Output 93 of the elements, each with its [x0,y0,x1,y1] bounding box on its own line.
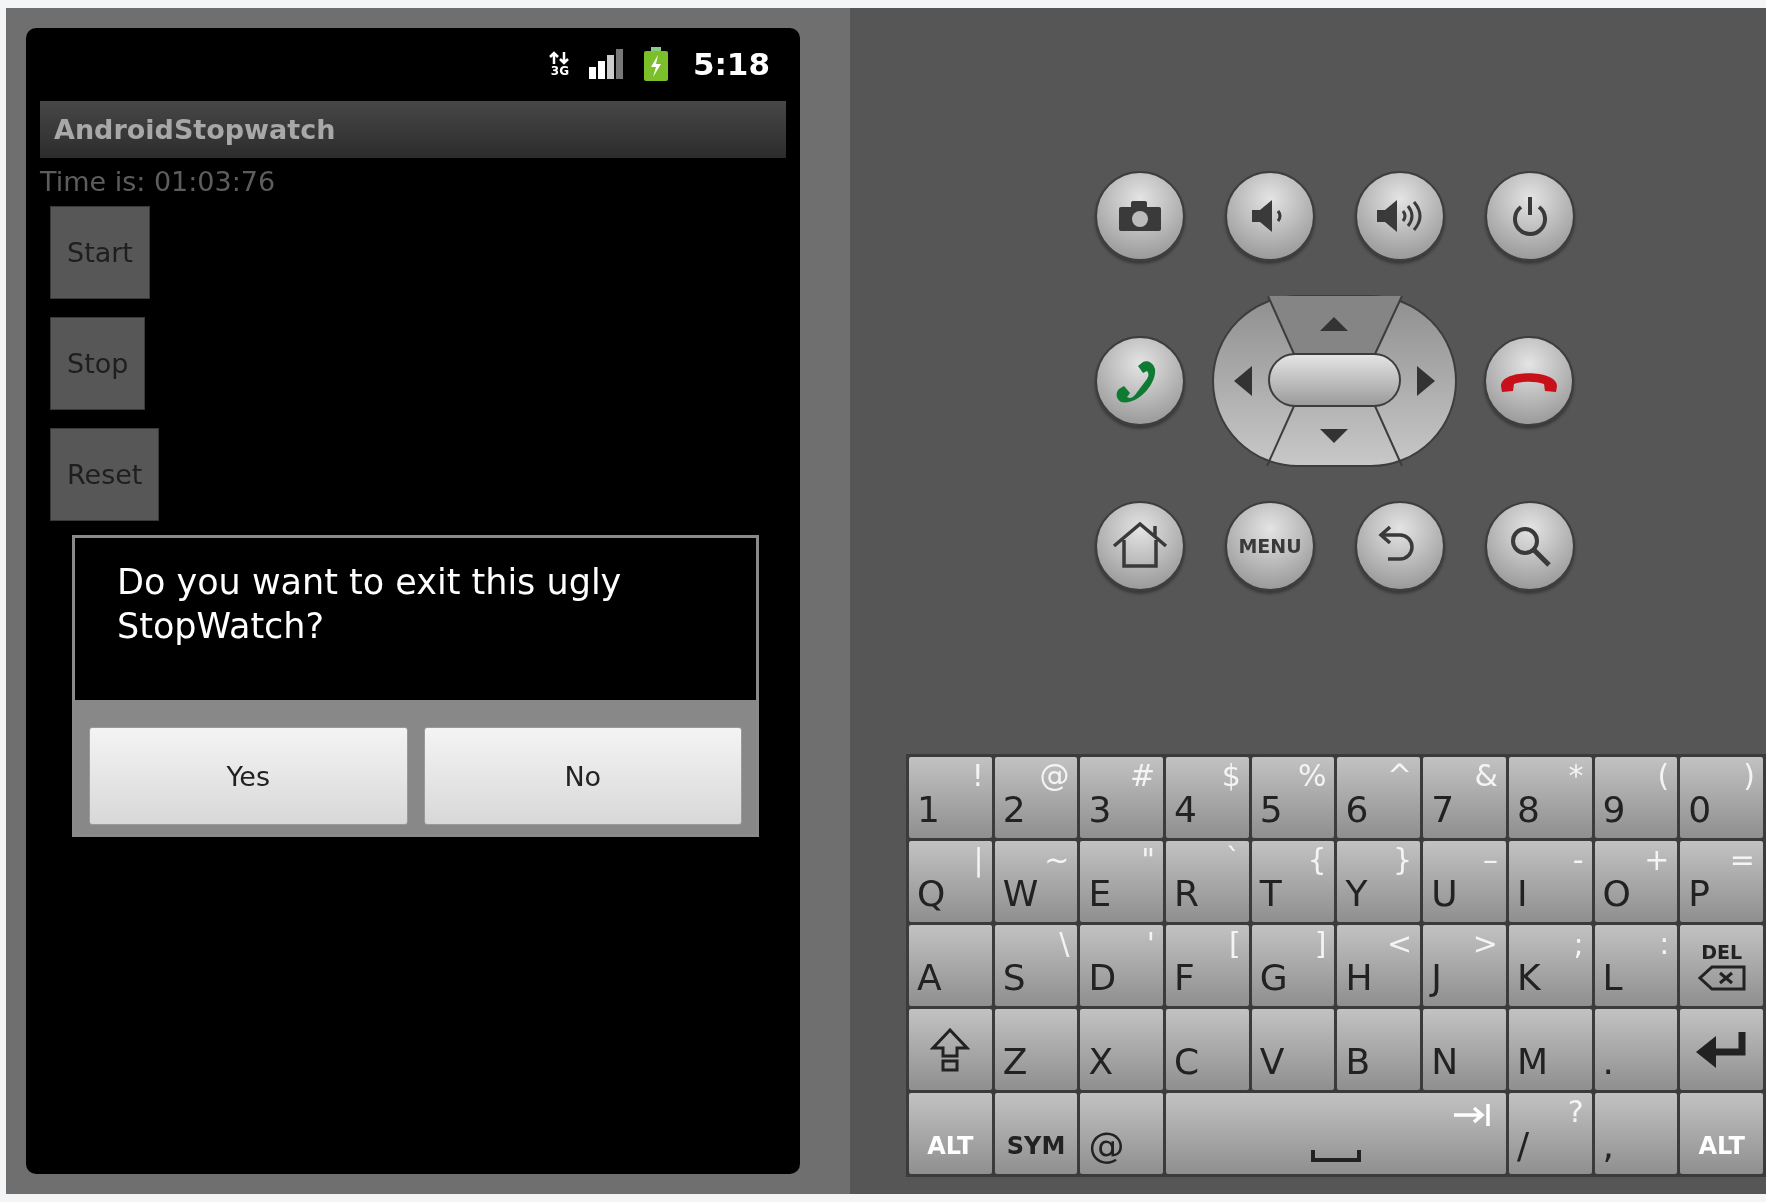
alt-character: : [1659,927,1670,961]
alt-character: ~ [1044,843,1070,877]
alt-character: * [1568,759,1584,793]
keyboard-key[interactable]: F [ [1166,925,1249,1006]
alt-character: – [1482,843,1498,877]
keyboard-key[interactable]: J > [1423,925,1506,1006]
alt-character: > [1472,927,1498,961]
time-display: Time is: 01:03:76 [40,165,277,199]
delete-key[interactable]: DEL [1680,925,1763,1006]
alt-character: + [1644,843,1670,877]
keyboard-key[interactable]: O + [1594,841,1678,922]
alt-character: ^ [1387,759,1413,793]
keyboard-key[interactable]: G ] [1251,925,1335,1006]
keyboard-key[interactable]: 6 ^ [1337,757,1421,838]
alt-character: ` [1225,843,1241,877]
keyboard-key[interactable]: R ` [1166,841,1249,922]
enter-key[interactable] [1680,1009,1763,1090]
space-bar-icon [1311,1148,1361,1162]
alt-character: ] [1314,927,1327,961]
keyboard-key[interactable]: E " [1080,841,1164,922]
alt-character: | [973,843,984,877]
keyboard-key[interactable]: @ [1080,1093,1164,1174]
keyboard-key[interactable]: C [1166,1009,1249,1090]
keyboard-key[interactable]: . [1594,1009,1678,1090]
alt-character: % [1297,759,1327,793]
keyboard-key[interactable]: K ; [1508,925,1592,1006]
keyboard-key[interactable]: V [1251,1009,1335,1090]
keyboard-key[interactable]: 3 # [1080,757,1164,838]
alt-character: ? [1567,1095,1584,1129]
menu-button[interactable]: MENU [1225,501,1315,591]
alt-character: @ [1039,759,1070,793]
alt-character: $ [1221,759,1241,793]
keyboard-key[interactable]: I - [1508,841,1592,922]
keyboard-key[interactable]: X [1080,1009,1164,1090]
keyboard-key[interactable]: Z [994,1009,1078,1090]
keyboard-key[interactable]: Q | [909,841,992,922]
alt-character: ( [1657,759,1670,793]
alt-character: ' [1146,927,1156,961]
keyboard-key[interactable]: U – [1423,841,1506,922]
home-icon [1111,522,1169,570]
keyboard-key[interactable]: Y } [1337,841,1421,922]
keyboard-key[interactable]: L : [1594,925,1678,1006]
keyboard-key[interactable]: P = [1680,841,1763,922]
search-icon [1508,524,1552,568]
keyboard-key[interactable]: 7 & [1423,757,1506,838]
app-title-bar: AndroidStopwatch [40,101,786,158]
keyboard-key[interactable]: / ? [1508,1093,1592,1174]
keyboard-key[interactable]: H < [1337,925,1421,1006]
dialog-message: Do you want to exit this ugly StopWatch? [75,538,756,700]
keyboard-key[interactable]: 5 % [1251,757,1335,838]
keyboard-key[interactable]: B [1337,1009,1421,1090]
alt-character: < [1387,927,1413,961]
alt-character: & [1474,759,1498,793]
keyboard-key[interactable]: 1 ! [909,757,992,838]
dialog-button[interactable]: Yes [89,727,408,825]
keyboard-key[interactable]: 0 ) [1680,757,1763,838]
shift-icon [930,1027,971,1072]
alt-character: - [1572,843,1584,877]
power-icon [1510,195,1550,237]
backspace-icon [1697,964,1746,991]
dialog-button[interactable]: No [423,727,742,825]
status-time: 5:18 [692,45,770,82]
keyboard-key[interactable]: T { [1251,841,1335,922]
alt-character: \ [1059,927,1070,961]
tab-icon [1451,1103,1492,1127]
keyboard-key[interactable]: , [1594,1093,1678,1174]
alt-character: " [1141,843,1156,877]
shift-key[interactable] [909,1009,992,1090]
battery-icon [642,46,669,81]
signal-icon [588,48,625,79]
keyboard-key[interactable]: S \ [994,925,1078,1006]
keyboard-key[interactable]: M [1508,1009,1592,1090]
keyboard-key[interactable]: 2 @ [994,757,1078,838]
alt-character: } [1393,843,1413,877]
alt-character: [ [1229,927,1241,961]
sym-key[interactable]: SYM [994,1093,1078,1174]
keyboard-key[interactable]: A [909,925,992,1006]
keyboard-key[interactable]: 8 * [1508,757,1592,838]
alt-character: # [1129,759,1156,793]
alt-character: ! [971,759,984,793]
keyboard-key[interactable]: 9 ( [1594,757,1678,838]
data-arrows-icon [548,50,571,65]
phone-handset-icon [1499,370,1559,392]
camera-icon [1117,199,1163,233]
keyboard-key[interactable]: W ~ [994,841,1078,922]
network-type: 3G [550,64,569,77]
alt-character: ) [1743,759,1755,793]
keyboard-key[interactable]: N [1423,1009,1506,1090]
keyboard-key[interactable]: 4 $ [1166,757,1249,838]
alt-character: ; [1573,927,1584,961]
alt-character: = [1729,843,1755,877]
alt-character: { [1307,843,1327,877]
keyboard-key[interactable]: D ' [1080,925,1164,1006]
